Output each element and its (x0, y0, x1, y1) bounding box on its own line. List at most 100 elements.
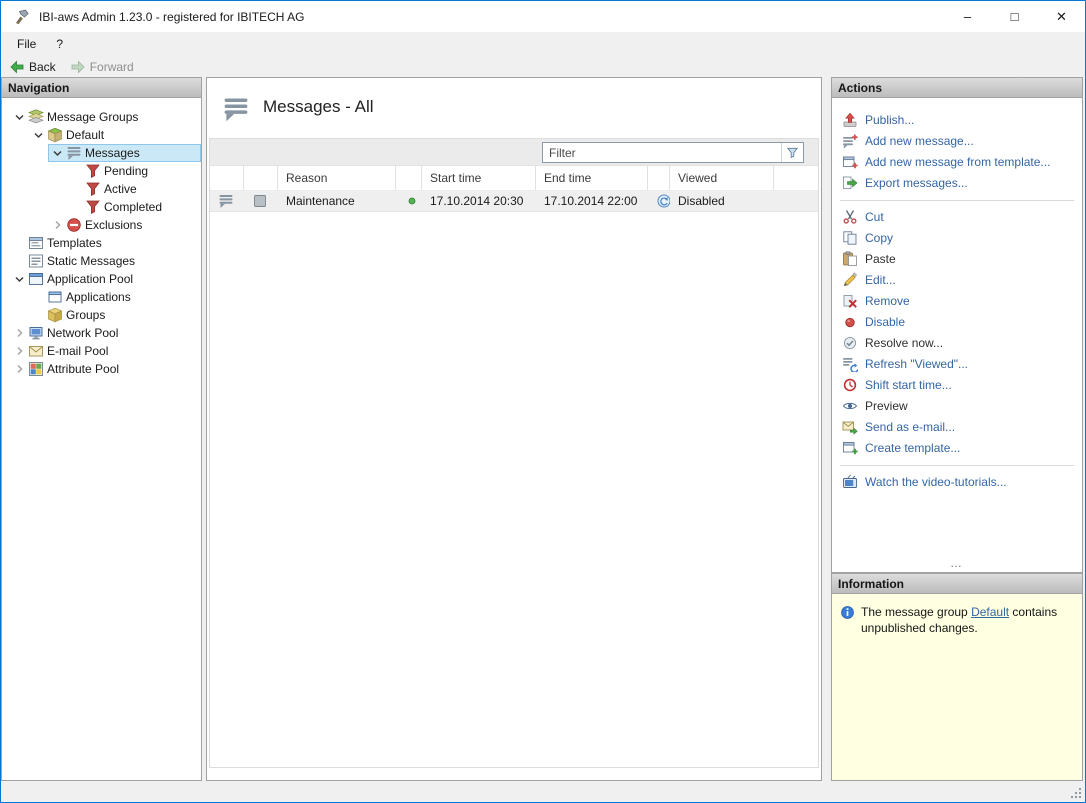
tree-item-row: Static Messages (10, 252, 201, 270)
action-preview[interactable]: Preview (832, 396, 1082, 417)
statusbar (1, 781, 1085, 802)
action-add-new-message[interactable]: Add new message... (832, 131, 1082, 152)
tree-item-completed[interactable]: Completed (2, 198, 201, 216)
tree-item-label: Application Pool (47, 272, 137, 286)
tree-item-groups[interactable]: Groups (2, 306, 201, 324)
column-header-blank[interactable] (396, 166, 422, 190)
minimize-button[interactable]: – (944, 1, 991, 32)
chevron-collapsed-icon[interactable] (11, 325, 28, 341)
action-remove[interactable]: Remove (832, 291, 1082, 312)
remove-icon (842, 293, 858, 309)
action-publish[interactable]: Publish... (832, 110, 1082, 131)
action-resolve-now[interactable]: Resolve now... (832, 333, 1082, 354)
tree-item-templates[interactable]: Templates (2, 234, 201, 252)
filter-band (210, 139, 818, 166)
divider (840, 465, 1074, 466)
chevron-collapsed-icon[interactable] (11, 343, 28, 359)
action-watch-the-video-tutorials[interactable]: Watch the video-tutorials... (832, 472, 1082, 493)
action-send-as-e-mail[interactable]: Send as e-mail... (832, 417, 1082, 438)
tree-item-application-pool[interactable]: Application Pool (2, 270, 201, 288)
action-copy[interactable]: Copy (832, 228, 1082, 249)
tree-item-message-groups[interactable]: Message Groups (2, 108, 201, 126)
cell-end-time: 17.10.2014 22:00 (536, 194, 648, 208)
app-icon[interactable] (14, 9, 30, 25)
table-row[interactable]: Maintenance17.10.2014 20:3017.10.2014 22… (210, 191, 818, 212)
column-header-blank[interactable] (244, 166, 278, 190)
tree-item-row: Attribute Pool (10, 360, 201, 378)
tree-item-row: Exclusions (48, 216, 201, 234)
column-header-reason[interactable]: Reason (278, 166, 396, 190)
chevron-expanded-icon[interactable] (11, 109, 28, 125)
add-message-icon (842, 133, 858, 149)
tree-item-attribute-pool[interactable]: Attribute Pool (2, 360, 201, 378)
action-disable[interactable]: Disable (832, 312, 1082, 333)
column-header-blank[interactable] (648, 166, 670, 190)
column-header-start-time[interactable]: Start time (422, 166, 536, 190)
tree-item-default[interactable]: Default (2, 126, 201, 144)
workspace: Navigation Message GroupsDefaultMessages… (1, 77, 1085, 781)
right-column: Actions Publish... Add new message... Add … (831, 77, 1083, 781)
close-button[interactable]: ✕ (1038, 1, 1085, 32)
email-pool-icon (28, 343, 44, 359)
action-label: Cut (865, 210, 884, 224)
green-dot-icon (404, 193, 420, 209)
menu-help[interactable]: ? (46, 34, 73, 54)
resize-grip-icon[interactable] (1067, 784, 1083, 800)
tree-item-active[interactable]: Active (2, 180, 201, 198)
actions-panel: Actions Publish... Add new message... Add … (831, 77, 1083, 573)
action-export-messages[interactable]: Export messages... (832, 173, 1082, 194)
column-header-blank[interactable] (210, 166, 244, 190)
tree-item-exclusions[interactable]: Exclusions (2, 216, 201, 234)
tree-item-row: Messages (48, 144, 201, 162)
viewed-disabled-icon (656, 193, 670, 209)
action-label: Add new message from template... (865, 155, 1050, 169)
chevron-collapsed-icon[interactable] (49, 217, 66, 233)
tree-item-applications[interactable]: Applications (2, 288, 201, 306)
action-cut[interactable]: Cut (832, 207, 1082, 228)
action-add-new-message-from-template[interactable]: Add new message from template... (832, 152, 1082, 173)
action-label: Send as e-mail... (865, 420, 955, 434)
cell-icon (244, 193, 278, 209)
default-group-link[interactable]: Default (971, 605, 1009, 619)
column-header-end-time[interactable]: End time (536, 166, 648, 190)
information-header: Information (831, 573, 1083, 594)
chevron-expanded-icon[interactable] (11, 271, 28, 287)
information-text-before: The message group (861, 605, 971, 619)
filter-funnel-button[interactable] (781, 143, 803, 162)
tree-item-static-messages[interactable]: Static Messages (2, 252, 201, 270)
maximize-button[interactable]: □ (991, 1, 1038, 32)
chevron-collapsed-icon[interactable] (11, 361, 28, 377)
action-edit[interactable]: Edit... (832, 270, 1082, 291)
create-template-icon (842, 440, 858, 456)
filter-input[interactable] (543, 143, 781, 162)
chevron-expanded-icon[interactable] (30, 127, 47, 143)
tree-item-network-pool[interactable]: Network Pool (2, 324, 201, 342)
export-icon (842, 175, 858, 191)
back-button[interactable]: Back (9, 59, 56, 75)
cell-icon (396, 193, 422, 209)
actions-overflow[interactable]: … (832, 556, 1082, 572)
expander-spacer (68, 163, 85, 179)
app-window: IBI-aws Admin 1.23.0 - registered for IB… (0, 0, 1086, 803)
messages-table-body: Maintenance17.10.2014 20:3017.10.2014 22… (210, 191, 818, 212)
tree-item-row: Applications (29, 288, 201, 306)
tree-item-e-mail-pool[interactable]: E-mail Pool (2, 342, 201, 360)
action-label: Paste (865, 252, 896, 266)
tree-item-label: Pending (104, 164, 152, 178)
action-create-template[interactable]: Create template... (832, 438, 1082, 459)
action-refresh-viewed[interactable]: Refresh "Viewed"... (832, 354, 1082, 375)
menu-file[interactable]: File (7, 34, 46, 54)
tree-item-messages[interactable]: Messages (2, 144, 201, 162)
action-label: Add new message... (865, 134, 974, 148)
tree-item-pending[interactable]: Pending (2, 162, 201, 180)
preview-icon (842, 398, 858, 414)
filter-icon (85, 199, 101, 215)
tree-item-label: Active (104, 182, 141, 196)
chevron-expanded-icon[interactable] (49, 145, 66, 161)
action-paste[interactable]: Paste (832, 249, 1082, 270)
action-shift-start-time[interactable]: Shift start time... (832, 375, 1082, 396)
column-header-viewed[interactable]: Viewed (670, 166, 774, 190)
actions-header: Actions (831, 77, 1083, 98)
tree-item-label: E-mail Pool (47, 344, 112, 358)
forward-button[interactable]: Forward (70, 59, 134, 75)
